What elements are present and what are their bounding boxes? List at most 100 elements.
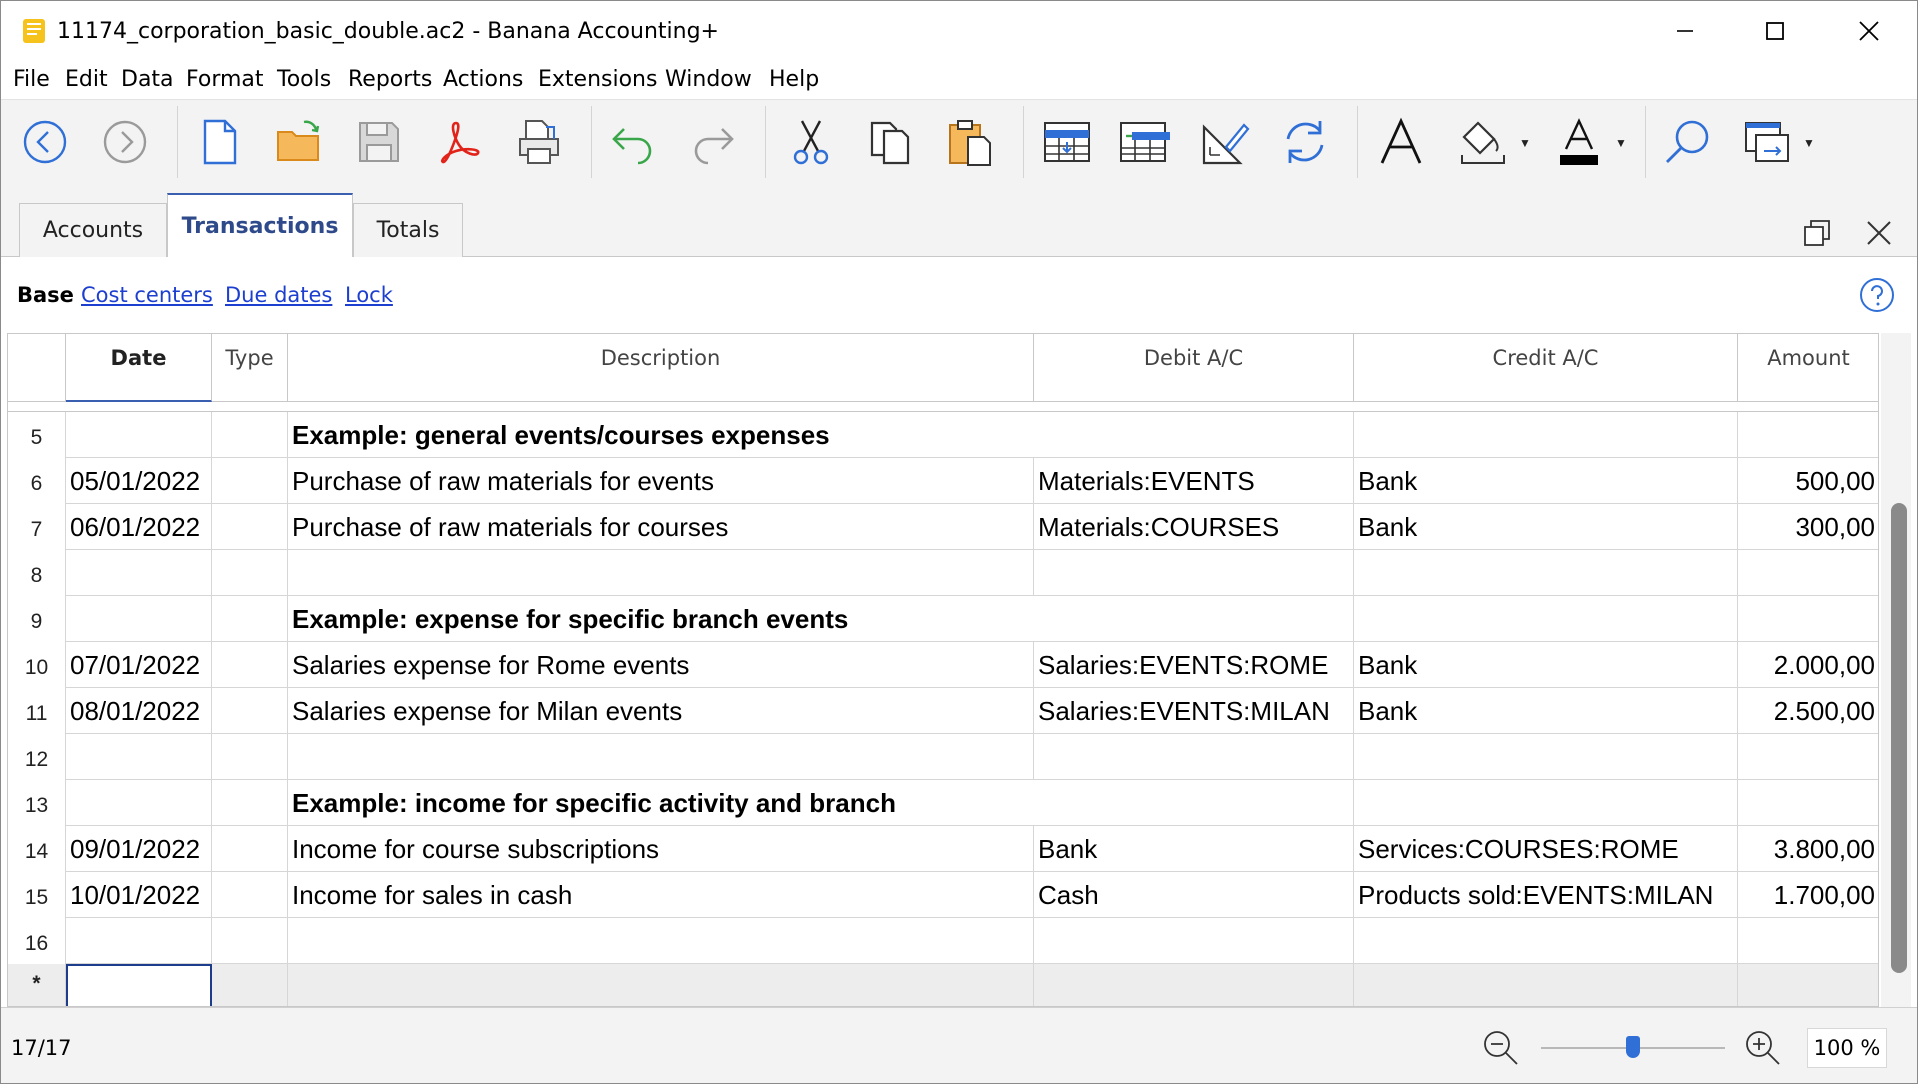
cell-amount[interactable]: 1.700,00 — [1738, 872, 1878, 918]
cell-date[interactable]: 05/01/2022 — [66, 458, 212, 504]
cell-type[interactable] — [212, 780, 288, 826]
table-row[interactable]: 11 08/01/2022 Salaries expense for Milan e… — [8, 688, 1878, 734]
cell-description[interactable]: Income for course subscriptions — [288, 826, 1034, 872]
column-header-type[interactable]: Type — [212, 334, 288, 402]
pdf-button[interactable] — [427, 110, 491, 174]
cell-type[interactable] — [212, 412, 288, 458]
table-row[interactable]: 8 — [8, 550, 1878, 596]
cell-type[interactable] — [212, 504, 288, 550]
menu-extensions[interactable]: Extensions — [538, 67, 657, 92]
menu-format[interactable]: Format — [186, 67, 264, 92]
fill-color-button[interactable] — [1451, 110, 1515, 174]
menu-edit[interactable]: Edit — [65, 67, 108, 92]
cell-credit[interactable]: Bank — [1354, 504, 1738, 550]
cell-date[interactable] — [66, 918, 212, 964]
cell-description[interactable] — [288, 734, 1034, 780]
undo-button[interactable] — [601, 110, 665, 174]
menu-tools[interactable]: Tools — [277, 67, 331, 92]
cell-debit[interactable]: Salaries:EVENTS:MILAN — [1034, 688, 1354, 734]
paste-button[interactable] — [939, 110, 1003, 174]
cell-amount[interactable] — [1738, 918, 1878, 964]
menu-help[interactable]: Help — [769, 67, 819, 92]
cell-credit[interactable]: Bank — [1354, 458, 1738, 504]
cell-credit[interactable] — [1354, 918, 1738, 964]
forward-button[interactable] — [93, 110, 157, 174]
view-base[interactable]: Base — [17, 283, 74, 307]
column-header-date[interactable]: Date — [66, 334, 212, 402]
cell-description[interactable] — [288, 964, 1034, 1006]
back-button[interactable] — [13, 110, 77, 174]
cell-credit[interactable] — [1354, 412, 1738, 458]
open-window-dropdown-icon[interactable]: ▼ — [1803, 136, 1815, 150]
view-lock-link[interactable]: Lock — [345, 283, 393, 307]
redo-button[interactable] — [681, 110, 745, 174]
cell-description[interactable]: Purchase of raw materials for events — [288, 458, 1034, 504]
cell-debit[interactable]: Bank — [1034, 826, 1354, 872]
table-row[interactable]: 5 Example: general events/courses expense… — [8, 412, 1878, 458]
edit-row-button[interactable] — [1193, 110, 1257, 174]
cell-type[interactable] — [212, 734, 288, 780]
close-table-button[interactable] — [1859, 213, 1899, 253]
recalculate-button[interactable] — [1273, 110, 1337, 174]
cell-type[interactable] — [212, 688, 288, 734]
cell-description[interactable]: Income for sales in cash — [288, 872, 1034, 918]
open-window-button[interactable] — [1735, 110, 1799, 174]
cell-debit[interactable] — [1034, 780, 1354, 826]
tab-accounts[interactable]: Accounts — [19, 203, 167, 257]
cell-date[interactable]: 09/01/2022 — [66, 826, 212, 872]
text-color-dropdown-icon[interactable]: ▼ — [1615, 136, 1627, 150]
table-row[interactable]: 9 Example: expense for specific branch ev… — [8, 596, 1878, 642]
cell-amount[interactable] — [1738, 550, 1878, 596]
cell-description[interactable]: Salaries expense for Rome events — [288, 642, 1034, 688]
cell-credit[interactable] — [1354, 734, 1738, 780]
menu-window[interactable]: Window — [665, 67, 752, 92]
maximize-button[interactable] — [1731, 1, 1819, 61]
cell-amount[interactable]: 300,00 — [1738, 504, 1878, 550]
cell-debit[interactable] — [1034, 734, 1354, 780]
cell-type[interactable] — [212, 872, 288, 918]
cell-amount[interactable]: 3.800,00 — [1738, 826, 1878, 872]
cell-credit[interactable]: Products sold:EVENTS:MILAN — [1354, 872, 1738, 918]
cell-date[interactable]: 07/01/2022 — [66, 642, 212, 688]
cell-debit[interactable]: Materials:EVENTS — [1034, 458, 1354, 504]
cell-type[interactable] — [212, 964, 288, 1006]
cell-type[interactable] — [212, 550, 288, 596]
cell-description[interactable]: Example: income for specific activity an… — [288, 780, 1034, 826]
cell-type[interactable] — [212, 826, 288, 872]
cell-credit[interactable] — [1354, 596, 1738, 642]
help-icon[interactable] — [1859, 277, 1895, 313]
cell-amount[interactable] — [1738, 734, 1878, 780]
cell-debit[interactable]: Materials:COURSES — [1034, 504, 1354, 550]
view-cost-centers-link[interactable]: Cost centers — [81, 283, 213, 307]
cell-description[interactable]: Example: general events/courses expenses — [288, 412, 1034, 458]
menu-file[interactable]: File — [13, 67, 50, 92]
cell-description[interactable] — [288, 918, 1034, 964]
cell-date[interactable]: 06/01/2022 — [66, 504, 212, 550]
cell-debit[interactable]: Salaries:EVENTS:ROME — [1034, 642, 1354, 688]
vertical-scrollbar[interactable] — [1881, 333, 1911, 1007]
cell-type[interactable] — [212, 458, 288, 504]
table-row[interactable]: 12 — [8, 734, 1878, 780]
cell-debit[interactable] — [1034, 918, 1354, 964]
cell-credit[interactable] — [1354, 550, 1738, 596]
new-row[interactable]: * — [8, 964, 1878, 1006]
cell-debit[interactable]: Cash — [1034, 872, 1354, 918]
table-row[interactable]: 13 Example: income for specific activity … — [8, 780, 1878, 826]
cell-type[interactable] — [212, 918, 288, 964]
column-header-amount[interactable]: Amount — [1738, 334, 1878, 402]
cell-credit[interactable]: Services:COURSES:ROME — [1354, 826, 1738, 872]
menu-data[interactable]: Data — [121, 67, 174, 92]
cell-amount[interactable] — [1738, 596, 1878, 642]
cell-amount[interactable]: 500,00 — [1738, 458, 1878, 504]
cell-amount[interactable]: 2.500,00 — [1738, 688, 1878, 734]
cell-credit[interactable]: Bank — [1354, 642, 1738, 688]
cell-amount[interactable]: 2.000,00 — [1738, 642, 1878, 688]
menu-reports[interactable]: Reports — [348, 67, 432, 92]
zoom-level[interactable]: 100 % — [1807, 1028, 1887, 1068]
cell-credit[interactable] — [1354, 964, 1738, 1006]
cell-amount[interactable] — [1738, 412, 1878, 458]
column-header-credit[interactable]: Credit A/C — [1354, 334, 1738, 402]
zoom-in-icon[interactable] — [1743, 1028, 1783, 1068]
restore-table-button[interactable] — [1797, 213, 1837, 253]
copy-button[interactable] — [859, 110, 923, 174]
